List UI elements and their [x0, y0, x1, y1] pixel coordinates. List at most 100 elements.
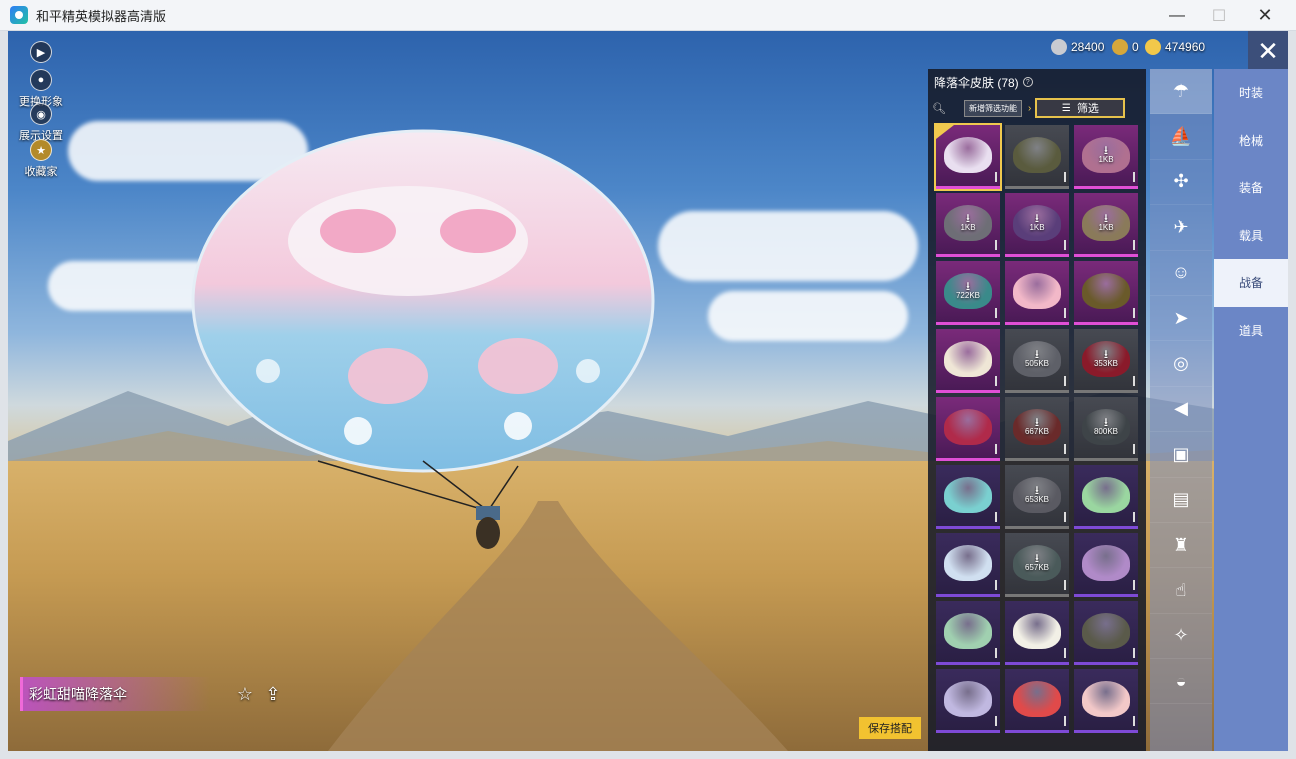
- parachute-icon[interactable]: ☂: [1150, 69, 1212, 115]
- minimize-button[interactable]: —: [1154, 0, 1200, 31]
- download-size: 653KB: [1024, 495, 1050, 504]
- skin-item[interactable]: [936, 397, 1000, 461]
- search-icon[interactable]: 🔍︎: [932, 102, 950, 115]
- skin-item[interactable]: [1074, 601, 1138, 665]
- drone-icon[interactable]: ✣: [1150, 160, 1212, 206]
- skin-item[interactable]: [1074, 261, 1138, 325]
- skin-item[interactable]: ⭳ 653KB: [1005, 465, 1069, 529]
- speaker-icon[interactable]: ◀: [1150, 387, 1212, 433]
- download-badge: ⭳ 653KB: [1005, 484, 1069, 504]
- parachute-preview: [191, 129, 655, 549]
- skin-item[interactable]: ⭳ 667KB: [1005, 397, 1069, 461]
- cloche-icon[interactable]: ◒: [1150, 659, 1212, 705]
- skin-item[interactable]: [936, 601, 1000, 665]
- parachute-thumbnail: [944, 545, 992, 581]
- extinguisher-icon[interactable]: ♜: [1150, 523, 1212, 569]
- download-size: 667KB: [1024, 427, 1050, 436]
- skin-item[interactable]: ⭳ 800KB: [1074, 397, 1138, 461]
- download-size: 505KB: [1024, 359, 1050, 368]
- robot-icon[interactable]: ◎: [1150, 341, 1212, 387]
- skin-item[interactable]: [936, 669, 1000, 733]
- equipped-check-icon: [936, 125, 954, 139]
- tab-item[interactable]: 时装: [1214, 69, 1288, 117]
- skin-item[interactable]: [1005, 125, 1069, 189]
- skin-item[interactable]: [1005, 261, 1069, 325]
- collector-badge-icon: ★: [30, 139, 52, 161]
- skin-item[interactable]: [1074, 533, 1138, 597]
- chevron-right-icon: ›: [1028, 102, 1032, 114]
- help-icon[interactable]: ?: [1022, 77, 1033, 87]
- jet-icon[interactable]: ➤: [1150, 296, 1212, 342]
- skin-item[interactable]: ⭳ 657KB: [1005, 533, 1069, 597]
- skin-item[interactable]: [934, 123, 1002, 191]
- item-indicator: [1133, 308, 1135, 318]
- silver-amount: 28400: [1071, 40, 1105, 54]
- boat-icon[interactable]: ⛵: [1150, 114, 1212, 160]
- emote-icon[interactable]: ☺: [1150, 251, 1212, 296]
- download-size: 722KB: [955, 291, 981, 300]
- display-settings-button[interactable]: ◉ 展示设置: [11, 103, 71, 143]
- download-icon: ⭳: [1034, 211, 1040, 225]
- favorite-star-icon[interactable]: ☆: [234, 683, 256, 705]
- tab-item[interactable]: 载具: [1214, 212, 1288, 260]
- skin-item[interactable]: [1074, 669, 1138, 733]
- filter-button[interactable]: ☰ 筛选: [1035, 98, 1126, 118]
- skin-item[interactable]: ⭳ 505KB: [1005, 329, 1069, 393]
- collector-button[interactable]: ★ 收藏家: [11, 139, 71, 179]
- item-indicator: [995, 648, 997, 658]
- download-icon: ⭳: [1034, 415, 1040, 429]
- sparkle-wand-icon[interactable]: ✧: [1150, 614, 1212, 660]
- play-button[interactable]: ▶: [11, 41, 71, 63]
- download-size: 1KB: [960, 223, 976, 232]
- item-indicator: [1133, 240, 1135, 250]
- new-filter-hint: 新增筛选功能: [964, 99, 1022, 117]
- parachute-thumbnail: [1082, 545, 1130, 581]
- finger-tap-icon[interactable]: ☝: [1150, 568, 1212, 614]
- skin-item[interactable]: [936, 533, 1000, 597]
- skin-item[interactable]: [936, 465, 1000, 529]
- download-icon: ⭳: [1034, 551, 1040, 565]
- skin-item[interactable]: [1074, 465, 1138, 529]
- parachute-thumbnail: [944, 137, 992, 173]
- skin-item[interactable]: ⭳ 1KB: [1074, 193, 1138, 257]
- item-indicator: [1064, 376, 1066, 386]
- tab-item[interactable]: 道具: [1214, 307, 1288, 355]
- skin-item[interactable]: ⭳ 1KB: [936, 193, 1000, 257]
- maximize-button[interactable]: ☐: [1196, 0, 1242, 31]
- skin-item[interactable]: ⭳ 353KB: [1074, 329, 1138, 393]
- item-indicator: [1133, 376, 1135, 386]
- image-icon[interactable]: ▤: [1150, 478, 1212, 523]
- skin-item[interactable]: ⭳ 1KB: [1005, 193, 1069, 257]
- skin-item[interactable]: ⭳ 722KB: [936, 261, 1000, 325]
- download-icon: ⭳: [1103, 347, 1109, 361]
- tab-item[interactable]: 装备: [1214, 164, 1288, 212]
- tab-item[interactable]: 战备: [1214, 259, 1288, 307]
- avatar-icon: ●: [30, 69, 52, 91]
- parachute-thumbnail: [1082, 681, 1130, 717]
- download-badge: ⭳ 667KB: [1005, 415, 1069, 436]
- gold-amount: 474960: [1165, 40, 1206, 54]
- download-size: 1KB: [1098, 155, 1114, 164]
- window-close-button[interactable]: ✕: [1242, 0, 1288, 31]
- plane-icon[interactable]: ✈: [1150, 205, 1212, 251]
- item-indicator: [1133, 648, 1135, 658]
- parachute-thumbnail: [1013, 137, 1061, 173]
- download-badge: ⭳ 800KB: [1074, 416, 1138, 436]
- close-icon[interactable]: ✕: [1248, 31, 1288, 71]
- parachute-thumbnail: [1013, 613, 1061, 649]
- skin-item[interactable]: ⭳ 1KB: [1074, 125, 1138, 189]
- panel-title: 降落伞皮肤 (78): [934, 75, 1019, 90]
- skin-item[interactable]: [1005, 669, 1069, 733]
- badge-coin-icon: [1112, 39, 1128, 55]
- parachute-skin-panel: 降落伞皮肤 (78) ? 🔍︎ 新增筛选功能 › ☰ 筛选 ⭳ 1KB ⭳ 1KB ⭳ 1…: [928, 69, 1146, 751]
- filter-label: 筛选: [1076, 103, 1099, 115]
- filter-icon: ☰: [1061, 102, 1071, 114]
- share-icon[interactable]: ⇪: [262, 683, 284, 705]
- save-outfit-button[interactable]: 保存搭配: [859, 717, 921, 739]
- play-icon: ▶: [30, 41, 52, 63]
- tab-item[interactable]: 枪械: [1214, 117, 1288, 165]
- item-indicator: [995, 716, 997, 726]
- skin-item[interactable]: [1005, 601, 1069, 665]
- sticker-icon[interactable]: ▣: [1150, 432, 1212, 478]
- skin-item[interactable]: [936, 329, 1000, 393]
